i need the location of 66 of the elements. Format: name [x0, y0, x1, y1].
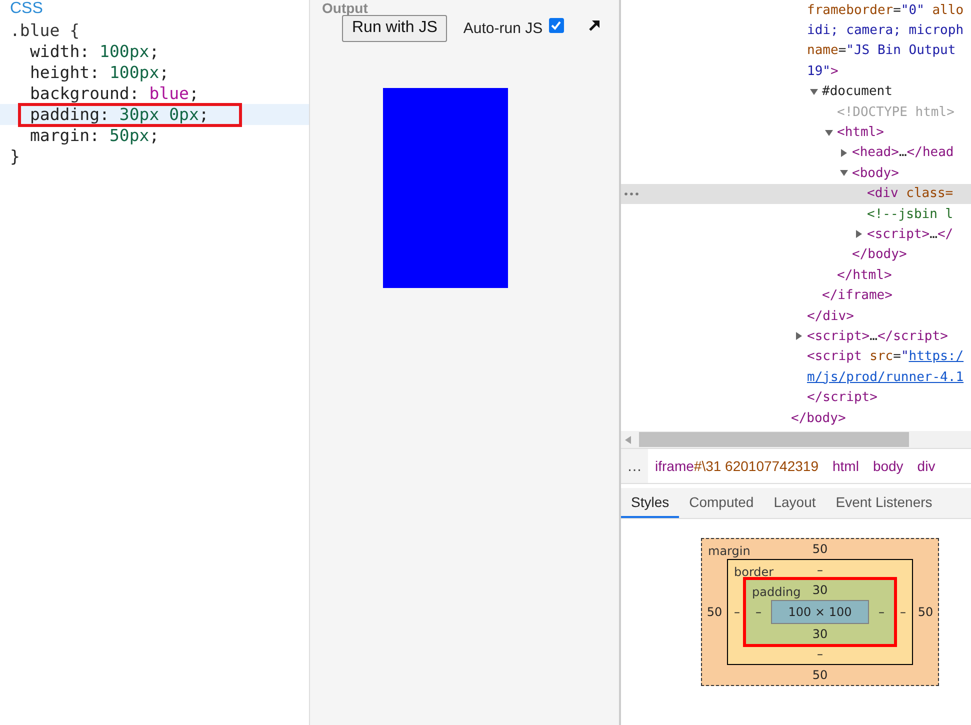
triangle-icon[interactable]: [795, 332, 803, 340]
more-icon[interactable]: [624, 192, 639, 196]
breadcrumb-link[interactable]: body: [866, 458, 910, 474]
triangle-icon[interactable]: [810, 88, 818, 96]
box-value: –: [817, 562, 823, 579]
code-line: width: 100px;: [29, 41, 160, 62]
code-line: margin: 50px;: [29, 125, 160, 146]
dom-node[interactable]: <script>…</: [867, 224, 954, 245]
box-value: 50: [812, 667, 828, 684]
code-line: background: blue;: [29, 83, 199, 104]
dom-node[interactable]: <html>: [837, 122, 884, 144]
panel-title: Output: [322, 0, 369, 16]
breadcrumb-link[interactable]: iframe#\31 620107742319: [648, 458, 826, 474]
breadcrumb-link[interactable]: div: [910, 458, 942, 474]
panel-title: CSS: [10, 0, 44, 18]
dom-node[interactable]: m/js/prod/runner-4.1: [807, 366, 964, 388]
dom-node[interactable]: <script>…</script>: [807, 326, 948, 347]
dom-node[interactable]: </html>: [837, 264, 892, 286]
checkbox-label: Auto-run JS: [463, 20, 543, 36]
scrollbar-thumb[interactable]: [639, 432, 909, 447]
dom-node[interactable]: frameborder="0" allo: [807, 0, 964, 21]
box-label: padding: [752, 585, 801, 599]
triangle-icon[interactable]: [855, 230, 863, 238]
triangle-icon[interactable]: [825, 128, 833, 137]
dom-node[interactable]: <body>: [852, 162, 899, 184]
run-button[interactable]: Run with JS: [342, 14, 448, 42]
dom-node[interactable]: </iframe>: [822, 285, 892, 306]
triangle-icon[interactable]: [840, 148, 848, 157]
box-value: 30: [812, 626, 828, 643]
diagonal-arrow-icon[interactable]: [588, 18, 601, 32]
box-label: border: [734, 565, 774, 579]
content-box: 100 × 100: [771, 600, 869, 624]
tab[interactable]: Event Listeners: [826, 488, 942, 518]
code-line: }: [9, 146, 20, 167]
breadcrumb-more[interactable]: …: [621, 458, 648, 474]
dom-node[interactable]: idi; camera; microph: [807, 20, 964, 42]
dom-node[interactable]: </body>: [791, 408, 846, 429]
code-line: height: 100px;: [29, 62, 170, 83]
box-value: –: [734, 604, 740, 621]
dom-node[interactable]: <script src="https:/: [807, 346, 964, 368]
box-value: 50: [706, 604, 722, 621]
dom-node[interactable]: #document: [822, 81, 892, 102]
dom-node[interactable]: </script>: [807, 387, 878, 408]
box-value: –: [817, 646, 823, 663]
dom-node[interactable]: name="JS Bin Output: [807, 40, 956, 62]
dom-node[interactable]: </body>: [852, 244, 907, 266]
code-line: .blue {: [9, 20, 80, 41]
horizontal-scrollbar[interactable]: [621, 431, 971, 448]
box-value: –: [900, 604, 906, 621]
box-value: 30: [812, 582, 828, 599]
box-value: 50: [812, 541, 828, 558]
tab[interactable]: Computed: [679, 488, 764, 518]
triangle-icon[interactable]: [840, 169, 848, 178]
box-value: –: [878, 604, 884, 621]
tab[interactable]: Layout: [764, 488, 826, 518]
dom-node[interactable]: <head>…</head: [852, 142, 954, 164]
dom-node[interactable]: </div>: [807, 306, 854, 327]
dom-node[interactable]: <!--jsbin l: [867, 204, 954, 225]
box-value: 50: [918, 604, 934, 621]
tab[interactable]: Styles: [621, 488, 680, 518]
code-line: padding: 30px 0px;: [29, 104, 209, 125]
dom-node[interactable]: 19">: [807, 60, 838, 82]
checkbox[interactable]: [548, 18, 564, 32]
box-value: –: [756, 604, 762, 621]
box-label: margin: [708, 544, 750, 558]
breadcrumb-link[interactable]: html: [825, 458, 866, 474]
